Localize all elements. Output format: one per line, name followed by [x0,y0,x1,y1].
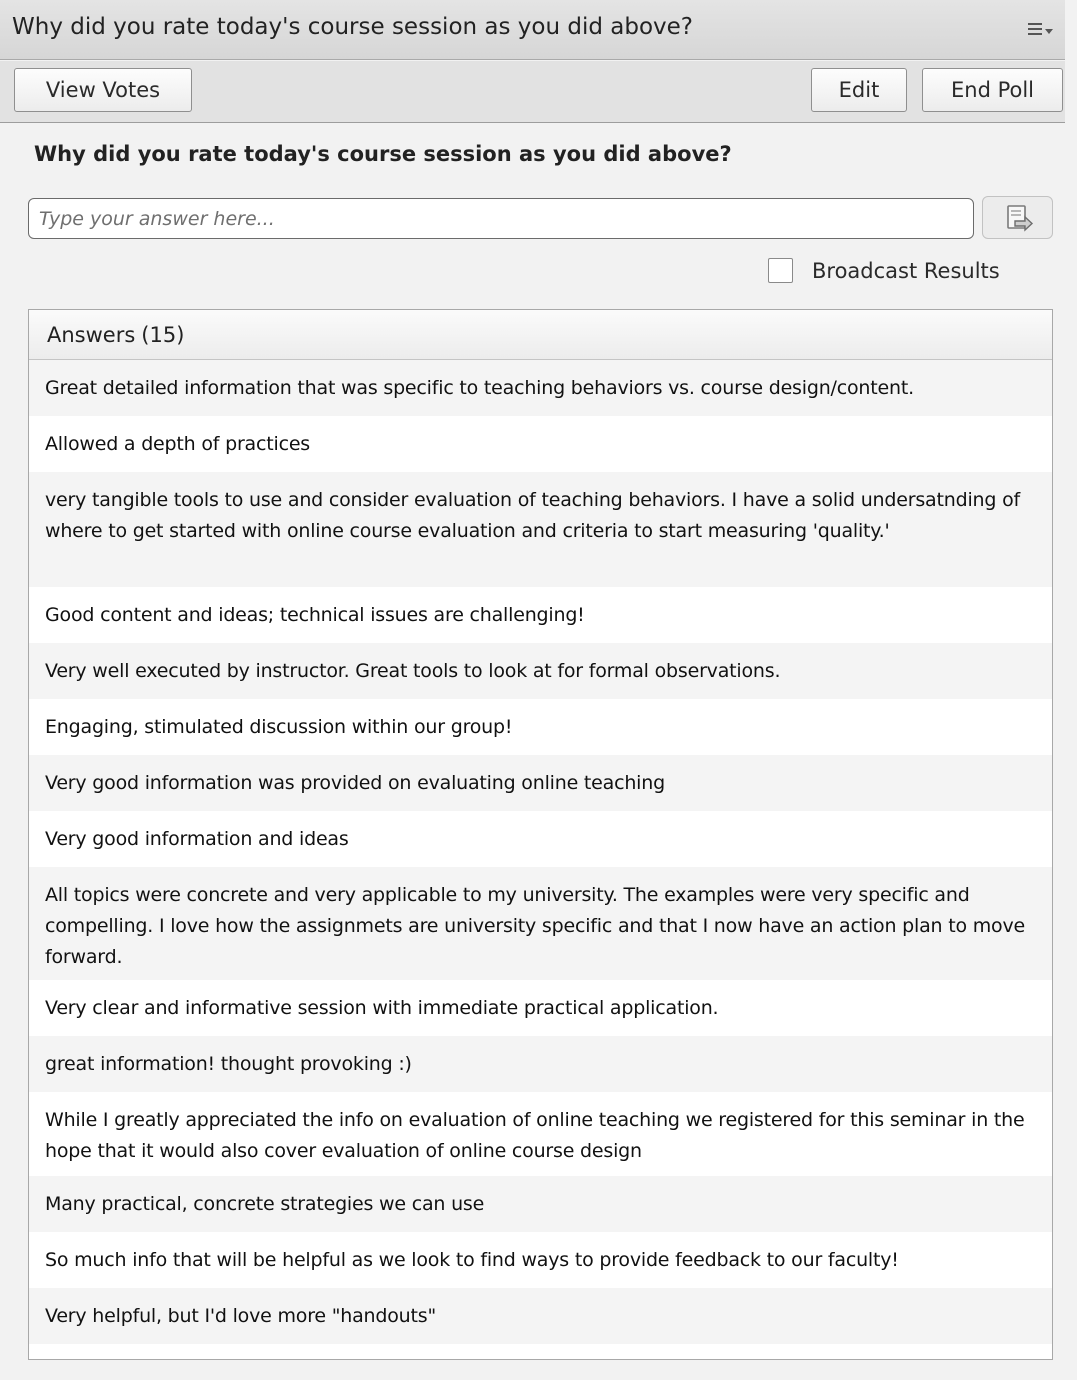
end-poll-button[interactable]: End Poll [922,68,1063,112]
answer-input[interactable] [28,198,974,239]
broadcast-results-toggle[interactable]: Broadcast Results [768,258,1000,283]
answer-row: All topics were concrete and very applic… [29,867,1052,980]
poll-question: Why did you rate today's course session … [34,142,732,166]
answers-header-label: Answers [47,322,136,347]
answer-row: Allowed a depth of practices [29,416,1052,472]
answer-row: Many practical, concrete strategies we c… [29,1176,1052,1232]
broadcast-results-label: Broadcast Results [812,258,1000,283]
answer-row: So much info that will be helpful as we … [29,1232,1052,1288]
answer-row: Great detailed information that was spec… [29,360,1052,416]
answer-row: great information! thought provoking :) [29,1036,1052,1092]
answers-panel: Answers (15) Great detailed information … [28,309,1053,1360]
pod-titlebar: Why did you rate today's course session … [0,0,1065,60]
broadcast-results-checkbox[interactable] [768,258,793,283]
answers-count: (15) [141,322,185,347]
pod-title: Why did you rate today's course session … [12,14,693,40]
poll-toolbar: View Votes Edit End Poll [0,61,1065,123]
answers-header: Answers (15) [29,310,1052,360]
view-votes-button[interactable]: View Votes [14,68,192,112]
answer-row: Very well executed by instructor. Great … [29,643,1052,699]
submit-answer-icon [1006,204,1033,232]
answer-row: While I greatly appreciated the info on … [29,1092,1052,1176]
answer-row: Very good information and ideas [29,811,1052,867]
answer-row: Good content and ideas; technical issues… [29,587,1052,643]
submit-answer-button[interactable] [982,196,1053,239]
answer-row: Very clear and informative session with … [29,980,1052,1036]
answer-row: Very good information was provided on ev… [29,755,1052,811]
pod-options-menu-icon[interactable] [1023,16,1057,42]
answer-row: Engaging, stimulated discussion within o… [29,699,1052,755]
answers-list: Great detailed information that was spec… [29,360,1052,1344]
answer-row: very tangible tools to use and consider … [29,472,1052,587]
edit-button[interactable]: Edit [811,68,907,112]
answer-row: Very helpful, but I'd love more "handout… [29,1288,1052,1344]
